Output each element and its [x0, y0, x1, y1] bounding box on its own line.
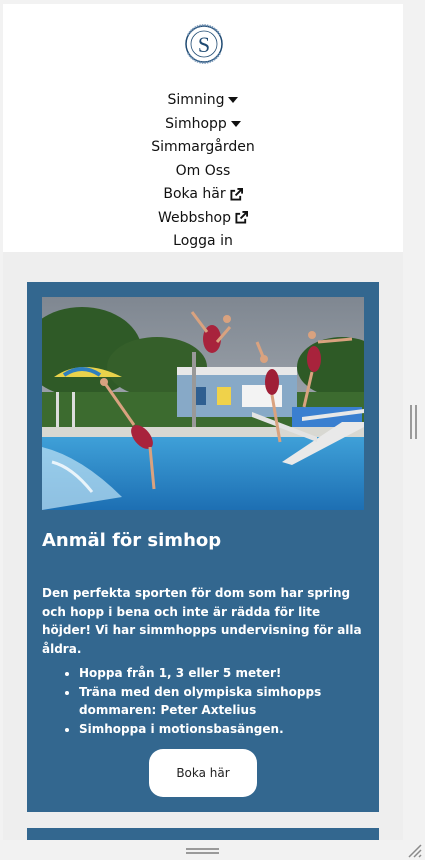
nav-item-simmargarden[interactable]: Simmargården — [3, 136, 403, 160]
site-header: S Simning Simhopp Simmargården Om Oss Bo… — [3, 4, 403, 252]
book-button[interactable]: Boka här — [149, 749, 257, 797]
card-feature-list: Hoppa från 1, 3 eller 5 meter! Träna med… — [65, 664, 365, 738]
nav-item-label: Simhopp — [165, 115, 227, 132]
list-item: Träna med den olympiska simhopps dommare… — [79, 683, 365, 720]
nav-item-simning[interactable]: Simning — [3, 89, 403, 113]
caret-down-icon — [228, 97, 239, 103]
drag-handle-vertical[interactable] — [410, 405, 418, 439]
nav-item-label: Boka här — [163, 186, 226, 202]
main-nav: Simning Simhopp Simmargården Om Oss Boka… — [3, 89, 403, 254]
card-title: Anmäl för simhop — [42, 530, 222, 551]
nav-item-webbshop[interactable]: Webbshop — [3, 207, 403, 231]
resize-grip-icon[interactable] — [406, 842, 422, 858]
list-item: Simhoppa i motionsbasängen. — [79, 720, 365, 739]
card-description: Den perfekta sporten för dom som har spr… — [42, 586, 362, 656]
list-item: Hoppa från 1, 3 eller 5 meter! — [79, 664, 365, 683]
nav-item-simhopp[interactable]: Simhopp — [3, 113, 403, 137]
next-card — [27, 828, 379, 840]
nav-item-label: Logga in — [173, 233, 233, 249]
external-link-icon — [230, 187, 243, 201]
nav-item-label: Simning — [167, 92, 225, 108]
nav-item-label: Webbshop — [157, 209, 232, 226]
caret-down-icon — [230, 120, 241, 127]
nav-item-label: Simmargården — [151, 139, 255, 155]
diving-signup-card: Anmäl för simhop Den perfekta sporten fö… — [27, 282, 379, 812]
diving-photo — [42, 297, 364, 510]
nav-item-om-oss[interactable]: Om Oss — [3, 160, 403, 184]
swim-club-logo[interactable]: S — [184, 24, 224, 64]
nav-item-logga-in[interactable]: Logga in — [3, 230, 403, 254]
nav-item-label: Om Oss — [175, 162, 231, 179]
svg-text:S: S — [198, 32, 210, 57]
external-link-icon — [235, 211, 249, 224]
nav-item-boka-har[interactable]: Boka här — [3, 183, 403, 207]
page-viewport: S Simning Simhopp Simmargården Om Oss Bo… — [3, 4, 403, 840]
drag-handle-horizontal[interactable] — [186, 848, 219, 854]
